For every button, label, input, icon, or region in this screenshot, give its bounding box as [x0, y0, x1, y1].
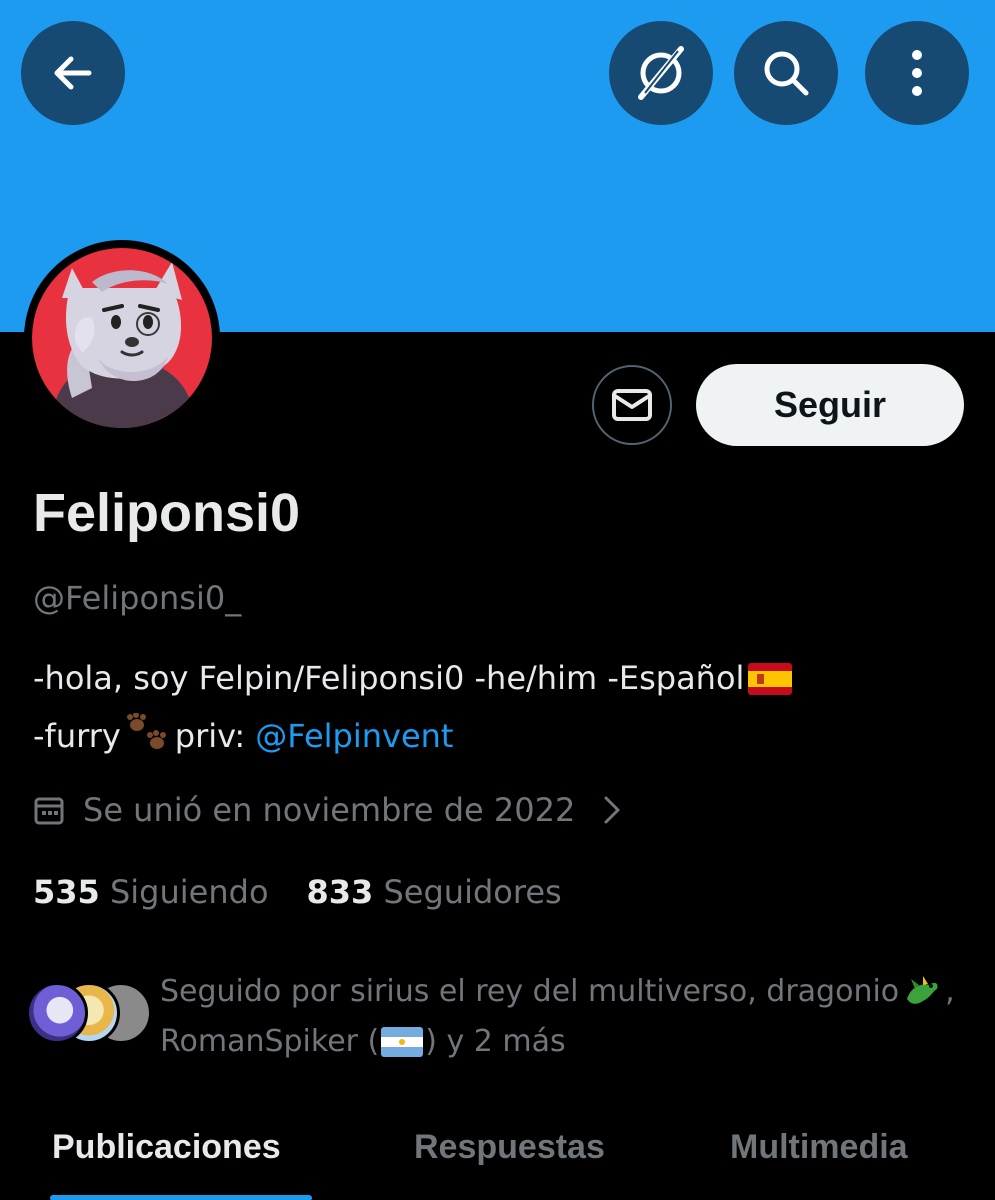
- followed-by-line: Seguido por sirius el rey del multiverso…: [160, 974, 900, 1009]
- grok-button[interactable]: [609, 21, 713, 125]
- display-name: Feliponsi0: [33, 483, 301, 543]
- profile-tabs: Publicaciones Respuestas Multimedia: [0, 1115, 995, 1200]
- argentina-flag-icon: [381, 1026, 424, 1070]
- followers-label: Seguidores: [383, 873, 562, 911]
- envelope-icon: [612, 389, 652, 421]
- following-label: Siguiendo: [109, 873, 269, 911]
- arrow-left-icon: [54, 56, 92, 90]
- followers-link[interactable]: 833 Seguidores: [307, 873, 562, 911]
- following-link[interactable]: 535 Siguiendo: [33, 873, 269, 911]
- back-button[interactable]: [21, 21, 125, 125]
- active-tab-indicator: [50, 1195, 312, 1200]
- following-count: 535: [33, 873, 100, 911]
- profile-screen: Seguir Feliponsi0 @Feliponsi0_ -hola, so…: [0, 0, 995, 1200]
- bio-text: -hola, soy Felpin/Feliponsi0 -he/him -Es…: [33, 659, 745, 697]
- calendar-icon: [34, 797, 64, 825]
- tab-respuestas[interactable]: Respuestas: [414, 1123, 605, 1171]
- more-options-button[interactable]: [865, 21, 969, 125]
- follower-avatar: [26, 982, 88, 1044]
- followed-by-text[interactable]: Seguido por sirius el rey del multiverso…: [160, 970, 980, 1070]
- followed-by-line: ,: [945, 974, 955, 1009]
- paw-prints-icon: [125, 712, 171, 768]
- profile-bio: -hola, soy Felpin/Feliponsi0 -he/him -Es…: [33, 652, 973, 768]
- tab-multimedia[interactable]: Multimedia: [730, 1123, 908, 1171]
- join-date-text: Se unió en noviembre de 2022: [83, 791, 576, 829]
- spain-flag-icon: [748, 658, 793, 710]
- bio-text: priv:: [174, 717, 246, 755]
- grok-slash-circle-icon: [638, 46, 684, 100]
- bio-text: -furry: [33, 717, 121, 755]
- dragon-emoji: [903, 973, 941, 1020]
- followers-count: 833: [306, 873, 374, 911]
- user-handle: @Feliponsi0_: [33, 579, 242, 617]
- chevron-right-icon: [604, 796, 620, 824]
- search-button[interactable]: [734, 21, 838, 125]
- furry-avatar: [32, 248, 212, 428]
- message-button[interactable]: [592, 365, 672, 445]
- followed-by-line: ) y 2 más: [425, 1024, 566, 1059]
- join-date-row[interactable]: Se unió en noviembre de 2022: [33, 786, 621, 834]
- bio-mention-link[interactable]: @Felpinvent: [255, 717, 453, 755]
- more-vertical-icon: [912, 50, 922, 96]
- tab-publicaciones[interactable]: Publicaciones: [52, 1123, 281, 1171]
- avatar[interactable]: [24, 240, 220, 436]
- follow-stats: 535 Siguiendo 833 Seguidores: [33, 868, 562, 916]
- follow-button[interactable]: Seguir: [696, 364, 964, 446]
- followed-by-line: RomanSpiker (: [160, 1024, 380, 1059]
- search-icon: [764, 51, 809, 96]
